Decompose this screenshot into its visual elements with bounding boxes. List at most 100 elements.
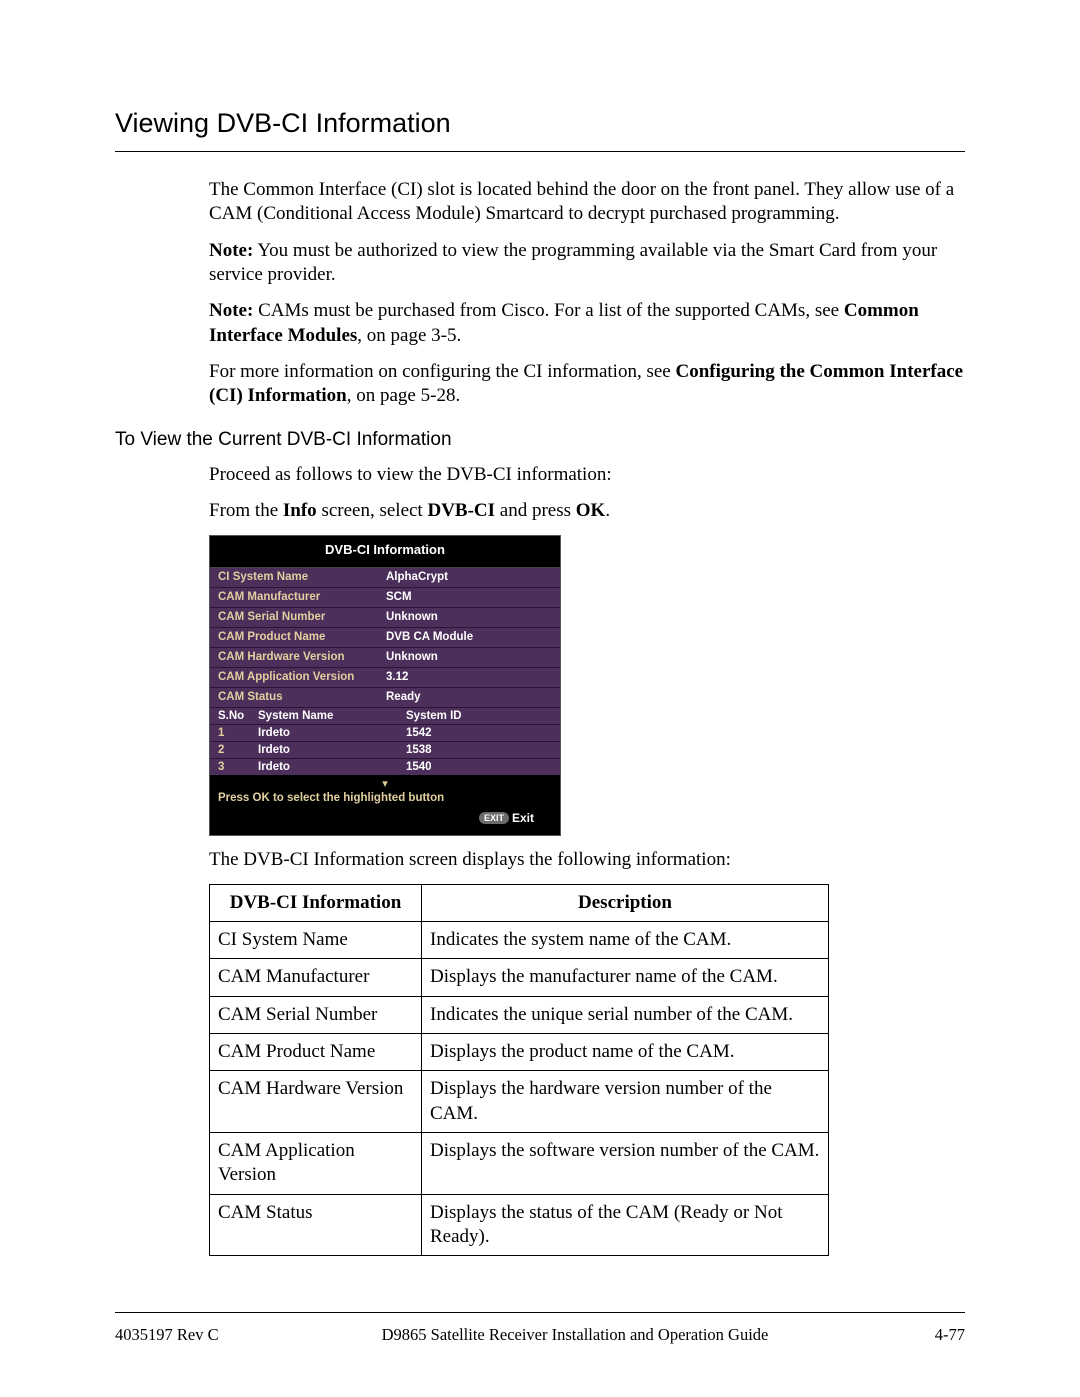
ui-field-value: Unknown [386, 610, 552, 625]
text: and press [495, 500, 576, 521]
table-row: CAM Serial Number Indicates the unique s… [210, 996, 829, 1033]
ui-footer: ▾ Press OK to select the highlighted but… [210, 775, 560, 835]
ui-field-row: CAM Hardware Version Unknown [210, 648, 560, 668]
text: From the [209, 500, 283, 521]
footer-page-number: 4-77 [905, 1325, 965, 1345]
footer-rule [115, 1312, 965, 1313]
procedure-block: Proceed as follows to view the DVB-CI in… [209, 463, 965, 1257]
cell-desc: Displays the software version number of … [422, 1133, 829, 1195]
intro-paragraph: The Common Interface (CI) slot is locate… [209, 178, 965, 227]
cell-name: CAM Status [210, 1194, 422, 1256]
config-ref: For more information on configuring the … [209, 360, 965, 409]
ui-field-row: CI System Name AlphaCrypt [210, 568, 560, 588]
cell-desc: Displays the hardware version number of … [422, 1071, 829, 1133]
note-suffix: , on page 3-5. [357, 325, 461, 346]
ui-table-header: S.No System Name System ID [210, 708, 560, 724]
exit-label: Exit [512, 811, 534, 825]
sub-heading: To View the Current DVB-CI Information [115, 429, 965, 451]
ui-field-label: CI System Name [218, 570, 386, 585]
exit-button[interactable]: EXITExit [218, 810, 552, 825]
text: , on page 5-28. [347, 385, 460, 406]
ui-field-label: CAM Product Name [218, 630, 386, 645]
note-text: You must be authorized to view the progr… [209, 240, 937, 285]
cell-name: CAM Serial Number [210, 996, 422, 1033]
ui-col-sno: S.No [218, 710, 258, 722]
note-label: Note: [209, 240, 253, 261]
cell-name: Irdeto [258, 761, 386, 773]
ui-field-value: 3.12 [386, 670, 552, 685]
note-1: Note: You must be authorized to view the… [209, 239, 965, 288]
cell-name: CAM Manufacturer [210, 959, 422, 996]
ui-field-value: SCM [386, 590, 552, 605]
ui-field-label: CAM Application Version [218, 670, 386, 685]
ui-field-value: Unknown [386, 650, 552, 665]
table-row: CAM Hardware Version Displays the hardwa… [210, 1071, 829, 1133]
cell-id: 1542 [386, 727, 552, 739]
cell-sno: 3 [218, 761, 258, 773]
table-row: CAM Manufacturer Displays the manufactur… [210, 959, 829, 996]
ui-field-label: CAM Manufacturer [218, 590, 386, 605]
cell-desc: Displays the product name of the CAM. [422, 1034, 829, 1071]
cell-sno: 2 [218, 744, 258, 756]
page-footer: 4035197 Rev C D9865 Satellite Receiver I… [115, 1312, 965, 1345]
ui-field-value: Ready [386, 690, 552, 705]
cell-name: CAM Product Name [210, 1034, 422, 1071]
cell-name: CAM Hardware Version [210, 1071, 422, 1133]
procedure-intro: Proceed as follows to view the DVB-CI in… [209, 463, 965, 487]
ui-field-label: CAM Serial Number [218, 610, 386, 625]
section-title: Viewing DVB-CI Information [115, 108, 965, 139]
description-table: DVB-CI Information Description CI System… [209, 884, 829, 1256]
ui-table-row: 1 Irdeto 1542 [210, 724, 560, 741]
ui-field-label: CAM Hardware Version [218, 650, 386, 665]
cell-desc: Indicates the system name of the CAM. [422, 922, 829, 959]
ui-field-row: CAM Serial Number Unknown [210, 608, 560, 628]
footer-title: D9865 Satellite Receiver Installation an… [245, 1325, 905, 1345]
table-caption: The DVB-CI Information screen displays t… [209, 848, 965, 872]
option-name: DVB-CI [427, 500, 495, 521]
ui-col-name: System Name [258, 710, 386, 722]
ui-title: DVB-CI Information [210, 536, 560, 568]
cell-sno: 1 [218, 727, 258, 739]
screen-name: Info [283, 500, 317, 521]
cell-desc: Indicates the unique serial number of th… [422, 996, 829, 1033]
cell-name: Irdeto [258, 744, 386, 756]
chevron-down-icon: ▾ [218, 779, 552, 790]
table-row: CI System Name Indicates the system name… [210, 922, 829, 959]
note-2: Note: CAMs must be purchased from Cisco.… [209, 299, 965, 348]
th-info: DVB-CI Information [210, 884, 422, 921]
footer-doc-id: 4035197 Rev C [115, 1325, 245, 1345]
text: For more information on configuring the … [209, 361, 675, 382]
ui-field-value: AlphaCrypt [386, 570, 552, 585]
exit-icon: EXIT [479, 812, 509, 824]
ui-field-row: CAM Product Name DVB CA Module [210, 628, 560, 648]
ui-field-row: CAM Application Version 3.12 [210, 668, 560, 688]
cell-desc: Displays the manufacturer name of the CA… [422, 959, 829, 996]
cell-desc: Displays the status of the CAM (Ready or… [422, 1194, 829, 1256]
cell-id: 1540 [386, 761, 552, 773]
ui-field-row: CAM Manufacturer SCM [210, 588, 560, 608]
key-name: OK [576, 500, 606, 521]
cell-id: 1538 [386, 744, 552, 756]
text: screen, select [317, 500, 428, 521]
ui-field-label: CAM Status [218, 690, 386, 705]
text: . [605, 500, 610, 521]
cell-name: Irdeto [258, 727, 386, 739]
ui-field-value: DVB CA Module [386, 630, 552, 645]
cell-name: CI System Name [210, 922, 422, 959]
cell-name: CAM Application Version [210, 1133, 422, 1195]
ui-hint: Press OK to select the highlighted butto… [218, 792, 552, 804]
table-row: CAM Application Version Displays the sof… [210, 1133, 829, 1195]
ui-table-row: 2 Irdeto 1538 [210, 741, 560, 758]
procedure-step: From the Info screen, select DVB-CI and … [209, 499, 965, 523]
note-text: CAMs must be purchased from Cisco. For a… [253, 300, 844, 321]
page: Viewing DVB-CI Information The Common In… [0, 0, 1080, 1397]
table-row: CAM Product Name Displays the product na… [210, 1034, 829, 1071]
th-desc: Description [422, 884, 829, 921]
table-row: CAM Status Displays the status of the CA… [210, 1194, 829, 1256]
ui-screenshot: DVB-CI Information CI System Name AlphaC… [209, 535, 561, 835]
note-label: Note: [209, 300, 253, 321]
ui-field-row: CAM Status Ready [210, 688, 560, 708]
section-rule [115, 151, 965, 152]
ui-table-row: 3 Irdeto 1540 [210, 758, 560, 775]
ui-col-id: System ID [386, 710, 552, 722]
